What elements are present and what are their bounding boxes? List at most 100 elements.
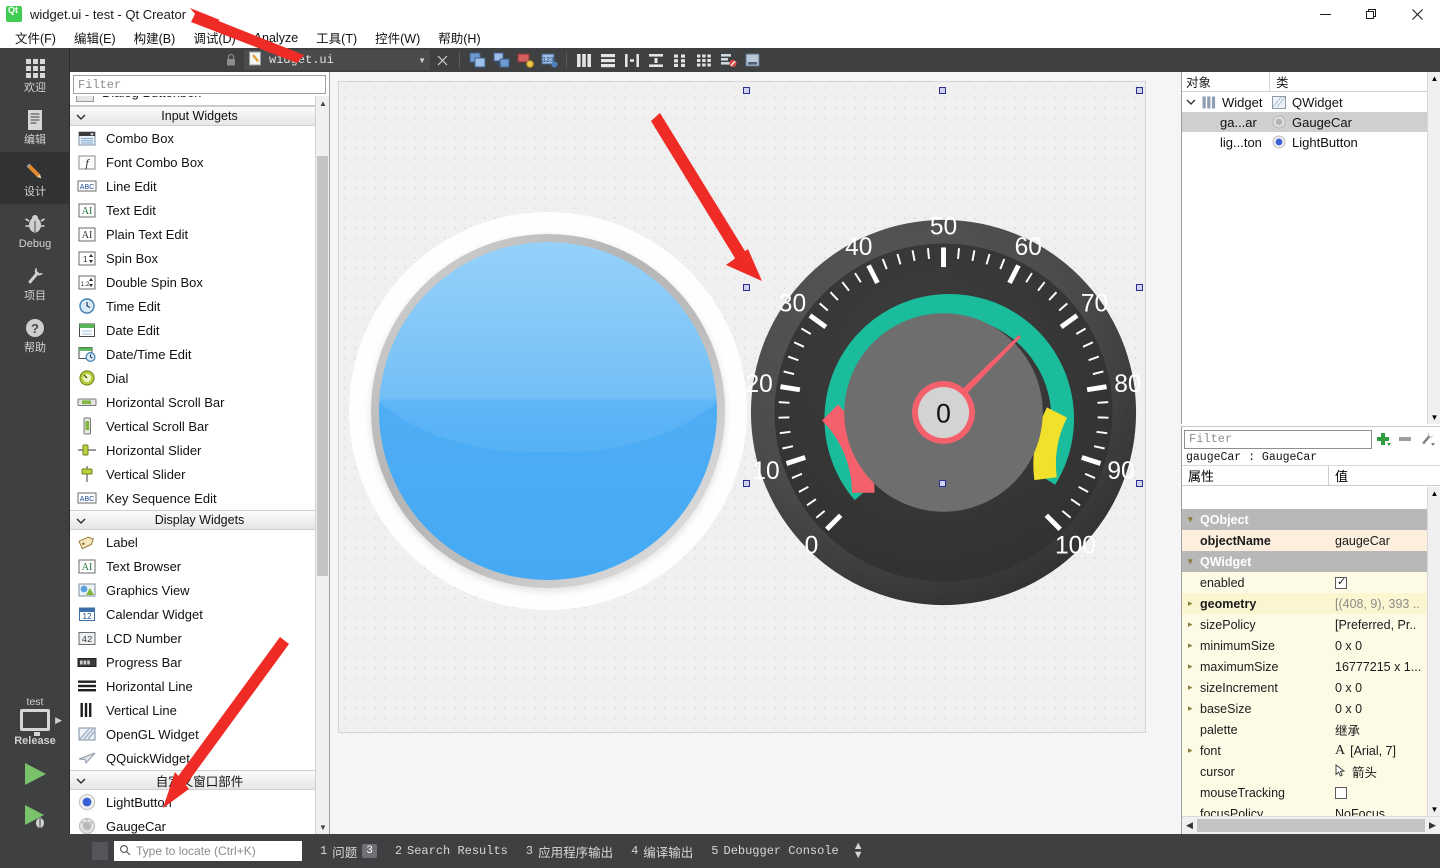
property-editor-hscrollbar[interactable]: ◀ ▶ — [1182, 816, 1440, 834]
menu-build[interactable]: 构建(B) — [125, 27, 185, 48]
property-value[interactable]: [Preferred, Pr.. — [1329, 618, 1427, 632]
property-row-sizeincrement[interactable]: ▸ sizeIncrement 0 x 0 — [1182, 677, 1427, 698]
widget-item-vertical-line[interactable]: Vertical Line — [70, 698, 329, 722]
property-row-sizepolicy[interactable]: ▸ sizePolicy [Preferred, Pr.. — [1182, 614, 1427, 635]
chevron-right-icon[interactable]: ▸ — [1188, 640, 1200, 651]
sidebar-item-help[interactable]: ? 帮助 — [0, 308, 70, 360]
layout-vertical-icon[interactable] — [596, 49, 620, 71]
widget-item-dial[interactable]: Dial — [70, 366, 329, 390]
property-value[interactable]: 继承 — [1329, 720, 1427, 739]
widget-item-horizontal-slider[interactable]: Horizontal Slider — [70, 438, 329, 462]
open-document-combo[interactable]: widget.ui ▼ — [244, 50, 430, 70]
property-row-palette[interactable]: palette 继承 — [1182, 719, 1427, 740]
add-dynamic-property-button[interactable] — [1372, 429, 1394, 449]
widget-item-label[interactable]: Label — [70, 530, 329, 554]
widget-item-line-edit[interactable]: ABC Line Edit — [70, 174, 329, 198]
widget-box-filter-input[interactable]: Filter — [73, 75, 326, 94]
property-value[interactable]: 箭头 — [1352, 762, 1377, 781]
checkbox-checked-icon[interactable] — [1335, 576, 1347, 589]
selection-handle-top-right[interactable] — [1136, 87, 1143, 94]
break-layout-icon[interactable] — [716, 49, 740, 71]
scroll-up-arrow-icon[interactable]: ▲ — [1428, 487, 1440, 500]
layout-grid-icon[interactable] — [692, 49, 716, 71]
property-value[interactable]: 0 x 0 — [1329, 639, 1427, 653]
sidebar-item-welcome[interactable]: 欢迎 — [0, 48, 70, 100]
widget-item-qquickwidget[interactable]: QQuickWidget — [70, 746, 329, 770]
selection-handle-top-left[interactable] — [743, 87, 750, 94]
layout-form-icon[interactable] — [668, 49, 692, 71]
lock-icon[interactable] — [220, 49, 242, 71]
chevron-down-icon[interactable]: ▼ — [418, 56, 426, 65]
menu-window[interactable]: 控件(W) — [366, 27, 429, 48]
scroll-down-arrow-icon[interactable]: ▼ — [1428, 411, 1440, 424]
chevron-down-icon[interactable] — [1186, 97, 1200, 107]
property-editor-scrollbar[interactable]: ▲ ▼ — [1427, 487, 1440, 816]
property-row-geometry[interactable]: ▸ geometry [(408, 9), 393 .. — [1182, 593, 1427, 614]
widget-item-vertical-slider[interactable]: Vertical Slider — [70, 462, 329, 486]
maximize-button[interactable] — [1348, 0, 1394, 28]
remove-dynamic-property-button[interactable] — [1394, 429, 1416, 449]
property-group-qwidget[interactable]: ▾ QWidget — [1182, 551, 1427, 572]
output-pane-application-output[interactable]: 3 应用程序输出 — [526, 842, 613, 861]
selection-handle-bottom-left[interactable] — [743, 480, 750, 487]
output-pane-debugger-console[interactable]: 5 Debugger Console — [711, 844, 838, 858]
menu-analyze[interactable]: Analyze — [245, 30, 307, 46]
property-value[interactable]: [Arial, 7] — [1350, 744, 1396, 758]
close-button[interactable] — [1394, 0, 1440, 28]
property-row-maximumsize[interactable]: ▸ maximumSize 16777215 x 1... — [1182, 656, 1427, 677]
widget-item-vertical-scroll-bar[interactable]: Vertical Scroll Bar — [70, 414, 329, 438]
locator-input[interactable]: Type to locate (Ctrl+K) — [114, 841, 302, 861]
gaugecar-widget[interactable]: 0 10 20 30 40 50 60 70 80 90 100 0 — [745, 91, 1142, 606]
checkbox-unchecked-icon[interactable] — [1335, 786, 1347, 799]
object-inspector-row-gaugecar[interactable]: ga...ar GaugeCar — [1182, 112, 1440, 132]
widget-item-combo-box[interactable]: Combo Box — [70, 126, 329, 150]
object-inspector-row-widget[interactable]: Widget QWidget — [1182, 92, 1440, 112]
property-value[interactable]: 16777215 x 1... — [1329, 660, 1427, 674]
chevron-right-icon[interactable]: ▸ — [1188, 703, 1200, 714]
chevron-right-icon[interactable]: ▸ — [1188, 745, 1200, 756]
selection-handle-mid-right[interactable] — [1136, 284, 1143, 291]
property-row-font[interactable]: ▸ font A [Arial, 7] — [1182, 740, 1427, 761]
tab-order-icon[interactable]: 123 — [537, 49, 561, 71]
widget-item-font-combo-box[interactable]: f Font Combo Box — [70, 150, 329, 174]
widget-item-progress-bar[interactable]: Progress Bar — [70, 650, 329, 674]
chevron-right-icon[interactable]: ▸ — [1188, 682, 1200, 693]
chevron-down-icon[interactable]: ▾ — [1188, 556, 1200, 567]
object-inspector-row-lightbutton[interactable]: lig...ton LightButton — [1182, 132, 1440, 152]
property-value[interactable]: [(408, 9), 393 .. — [1329, 597, 1427, 611]
widget-item-calendar-widget[interactable]: 12 Calendar Widget — [70, 602, 329, 626]
selection-handle-bottom-right[interactable] — [1136, 480, 1143, 487]
widget-item-graphics-view[interactable]: Graphics View — [70, 578, 329, 602]
adjust-size-icon[interactable] — [740, 49, 764, 71]
close-document-button[interactable] — [430, 49, 454, 71]
widget-box-group-input-widgets[interactable]: Input Widgets — [70, 106, 329, 126]
kit-selector[interactable]: test ▶ Release — [0, 696, 70, 747]
widget-box-group-display-widgets[interactable]: Display Widgets — [70, 510, 329, 530]
output-pane-issues[interactable]: 1 问题 3 — [320, 842, 377, 861]
property-value[interactable]: 0 x 0 — [1329, 681, 1427, 695]
property-filter-input[interactable]: Filter — [1184, 429, 1372, 449]
widget-item-lightbutton[interactable]: LightButton — [70, 790, 329, 814]
property-value[interactable]: NoFocus — [1329, 807, 1427, 817]
sidebar-item-projects[interactable]: 项目 — [0, 256, 70, 308]
widget-item-text-edit[interactable]: AI Text Edit — [70, 198, 329, 222]
object-inspector-scrollbar[interactable]: ▲ ▼ — [1427, 72, 1440, 424]
toggle-output-pane-button[interactable] — [92, 842, 108, 860]
output-pane-search-results[interactable]: 2 Search Results — [395, 844, 508, 858]
scroll-up-arrow-icon[interactable]: ▲ — [316, 96, 329, 110]
widget-box-scrollbar[interactable]: ▲ ▼ — [315, 96, 329, 834]
scroll-down-arrow-icon[interactable]: ▼ — [1428, 803, 1440, 816]
selection-handle-bottom-center[interactable] — [939, 480, 946, 487]
form-widget-root[interactable]: 0 10 20 30 40 50 60 70 80 90 100 0 — [338, 81, 1146, 733]
chevron-down-icon[interactable]: ▾ — [1188, 514, 1200, 525]
output-pane-compile-output[interactable]: 4 编译输出 — [631, 842, 693, 861]
edit-widgets-icon[interactable] — [465, 49, 489, 71]
scroll-right-arrow-icon[interactable]: ▶ — [1425, 820, 1440, 831]
property-row-enabled[interactable]: enabled — [1182, 572, 1427, 593]
widget-item-lcd-number[interactable]: 42 LCD Number — [70, 626, 329, 650]
selection-handle-top-center[interactable] — [939, 87, 946, 94]
scroll-down-arrow-icon[interactable]: ▼ — [316, 820, 329, 834]
minimize-button[interactable] — [1302, 0, 1348, 28]
menu-file[interactable]: 文件(F) — [6, 27, 65, 48]
property-row-focuspolicy[interactable]: focusPolicy NoFocus — [1182, 803, 1427, 816]
